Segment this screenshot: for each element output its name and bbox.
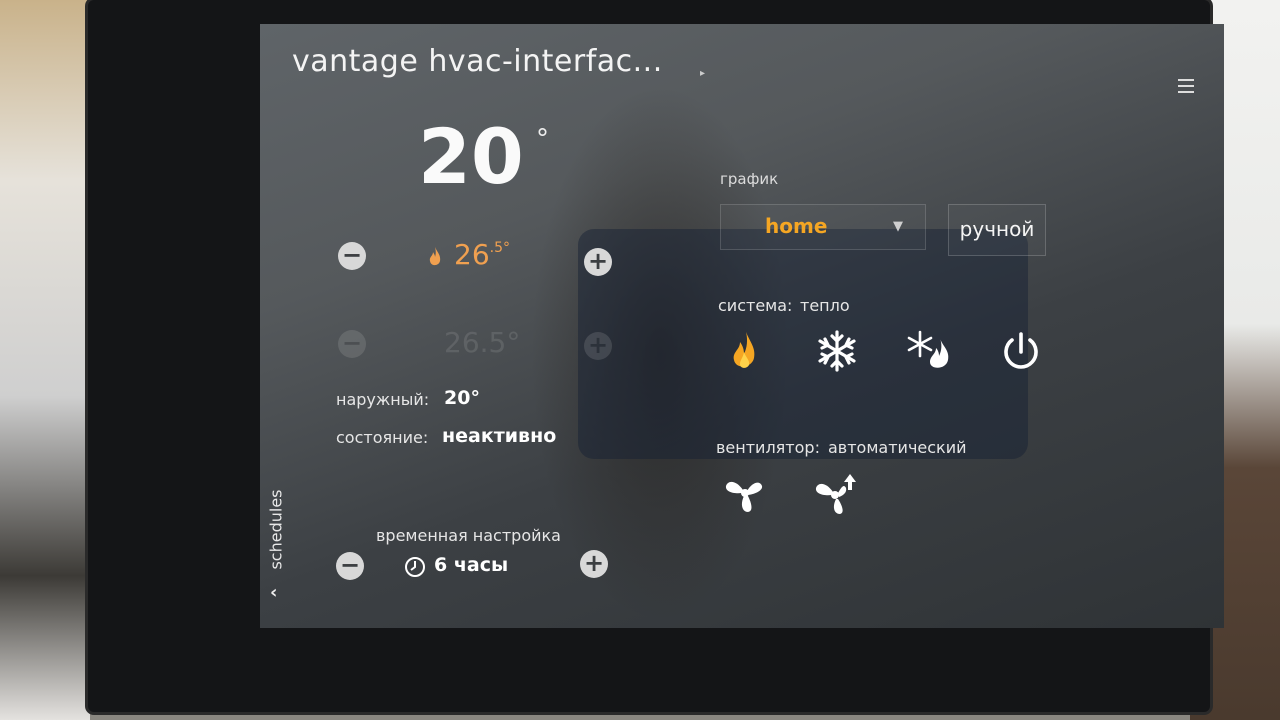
hold-value: 6 часы <box>434 554 509 576</box>
cool-setpoint-value: 26.5° <box>444 326 521 359</box>
schedule-select[interactable]: home ▼ <box>720 204 926 250</box>
system-mode-value: тепло <box>800 296 850 315</box>
fan-label: вентилятор: <box>716 438 820 457</box>
state-label: состояние: <box>336 428 429 447</box>
clock-icon <box>404 556 426 578</box>
thermostat-screen: vantage hvac-interfac... ▸ 20 ° − 26.5° … <box>260 24 1224 628</box>
menu-icon[interactable] <box>1178 79 1194 93</box>
setpoint-increase-button[interactable]: + <box>584 248 612 276</box>
outdoor-label: наружный: <box>336 390 430 409</box>
hold-label: временная настройка <box>376 526 561 545</box>
schedule-selected-value: home <box>765 214 828 238</box>
schedules-tab-label: schedules <box>266 489 286 570</box>
hold-decrease-button[interactable]: − <box>336 552 364 580</box>
setpoint-decrease-button[interactable]: − <box>338 242 366 270</box>
current-temperature: 20 <box>418 112 524 201</box>
hold-increase-button[interactable]: + <box>580 550 608 578</box>
fan-mode-value: автоматический <box>828 438 967 457</box>
dropdown-arrow-icon: ▼ <box>893 219 903 234</box>
setpoint-value: 26.5° <box>454 238 510 271</box>
setpoint-decimal: .5° <box>489 240 510 256</box>
state-value: неактивно <box>442 425 557 447</box>
reflection-phone <box>578 229 1028 459</box>
current-temperature-degree: ° <box>536 124 549 154</box>
snowflake-flame-icon[interactable] <box>906 328 952 374</box>
system-label: система: <box>718 296 793 315</box>
device-bezel: vantage hvac-interfac... ▸ 20 ° − 26.5° … <box>88 0 1224 712</box>
manual-button[interactable]: ручной <box>948 204 1046 256</box>
background-left <box>0 0 90 720</box>
title-arrow-icon[interactable]: ▸ <box>700 68 705 79</box>
flame-small-icon <box>428 246 442 268</box>
schedules-tab[interactable]: schedules ‹ <box>264 480 288 603</box>
outdoor-value: 20° <box>444 387 480 409</box>
chevron-left-icon: ‹ <box>270 582 278 603</box>
cool-setpoint-decrease-button[interactable]: − <box>338 330 366 358</box>
cool-setpoint-increase-button[interactable]: + <box>584 332 612 360</box>
power-icon[interactable] <box>998 328 1044 374</box>
fan-icon[interactable] <box>722 470 768 516</box>
app-title: vantage hvac-interfac... <box>292 44 663 79</box>
flame-icon[interactable] <box>722 328 768 374</box>
fan-auto-icon[interactable] <box>814 470 860 516</box>
schedule-label: график <box>720 170 779 188</box>
setpoint-integer: 26 <box>454 238 490 271</box>
snowflake-icon[interactable] <box>814 328 860 374</box>
